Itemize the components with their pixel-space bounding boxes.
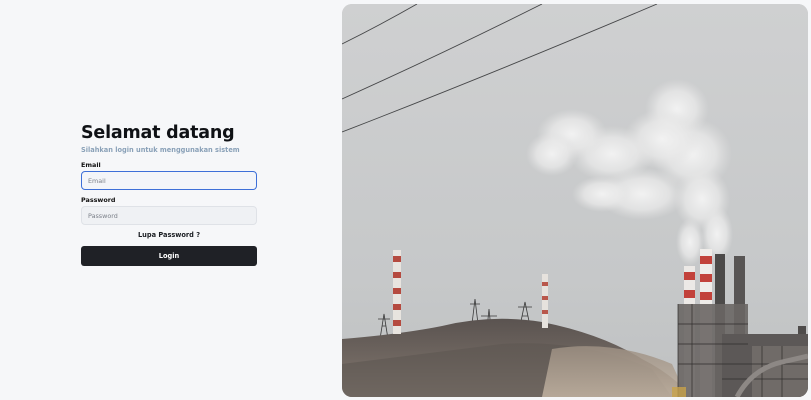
login-form: Selamat datang Silahkan login untuk meng… (81, 122, 257, 266)
welcome-subtitle: Silahkan login untuk menggunakan sistem (81, 146, 240, 154)
login-button[interactable]: Login (81, 246, 257, 266)
factory-smokestacks-image (342, 4, 808, 397)
password-label: Password (81, 196, 116, 204)
email-input[interactable] (81, 171, 257, 190)
login-page: Selamat datang Silahkan login untuk meng… (0, 0, 811, 400)
email-label: Email (81, 161, 101, 169)
welcome-title: Selamat datang (81, 123, 235, 143)
forgot-password-link[interactable]: Lupa Password ? (81, 231, 257, 240)
password-input[interactable] (81, 206, 257, 225)
